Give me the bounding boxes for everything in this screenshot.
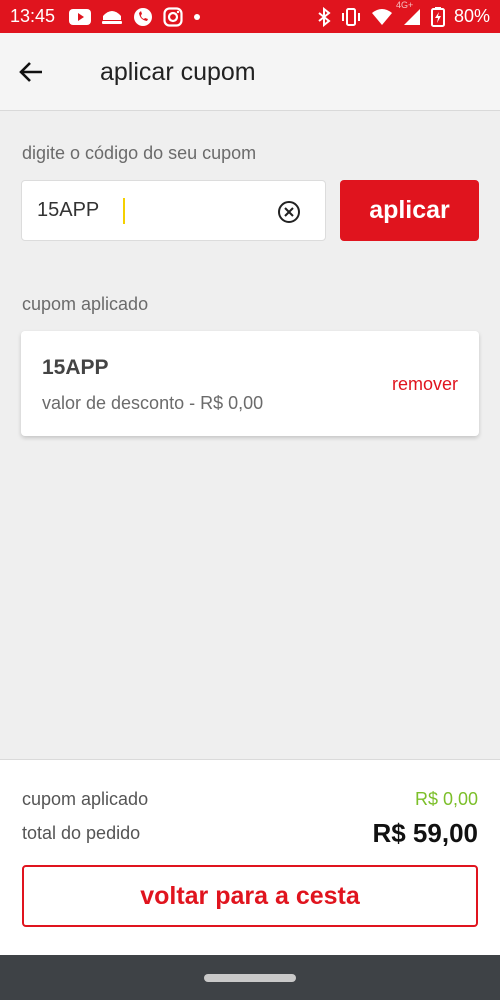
delivery-app-icon [101,8,123,26]
applied-coupon-label: cupom aplicado [22,294,149,314]
youtube-icon [69,8,92,25]
text-cursor [123,197,125,224]
order-summary: cupom aplicado R$ 0,00 total do pedido R… [0,759,500,955]
wifi-icon [371,8,393,26]
coupon-code-field[interactable] [21,180,326,241]
summary-discount-label: cupom aplicado [22,789,149,809]
summary-discount-value: R$ 0,00 [414,789,478,809]
signal-icon: 4G+ [396,0,422,26]
summary-total-value: R$ 59,00 [372,818,478,848]
coupon-code-input[interactable] [37,199,267,222]
back-button[interactable] [16,59,46,85]
apply-coupon-button[interactable]: aplicar [340,180,479,241]
clear-input-button[interactable] [277,200,301,224]
app-bar: aplicar cupom [0,33,500,111]
notification-icons [69,6,201,27]
coupon-input-label: digite o código do seu cupom [22,143,257,163]
battery-charging-icon [430,6,445,27]
discount-description: valor de desconto - R$ 0,00 [42,393,264,413]
home-gesture-handle[interactable] [204,974,296,982]
summary-total-label: total do pedido [22,823,141,843]
status-bar: 13:45 4G+ 80% [0,0,500,33]
whatsapp-icon [133,7,153,27]
applied-coupon-code: 15APP [42,356,109,379]
system-icons: 4G+ 80% [317,0,490,27]
network-type: 4G+ [395,0,414,10]
more-notifications-dot-icon [193,13,201,21]
instagram-icon [163,6,183,27]
arrow-left-icon [19,62,42,82]
battery-percent: 80% [453,6,490,26]
system-nav-bar [0,955,500,1000]
clear-circle-icon [278,201,300,223]
vibrate-icon [340,7,362,27]
status-time: 13:45 [10,6,56,26]
applied-coupon-card: 15APP valor de desconto - R$ 0,00 remove… [21,331,479,436]
page-title: aplicar cupom [100,58,256,86]
remove-coupon-link[interactable]: remover [392,374,458,395]
bluetooth-icon [317,6,331,27]
back-to-cart-button[interactable]: voltar para a cesta [22,865,478,927]
